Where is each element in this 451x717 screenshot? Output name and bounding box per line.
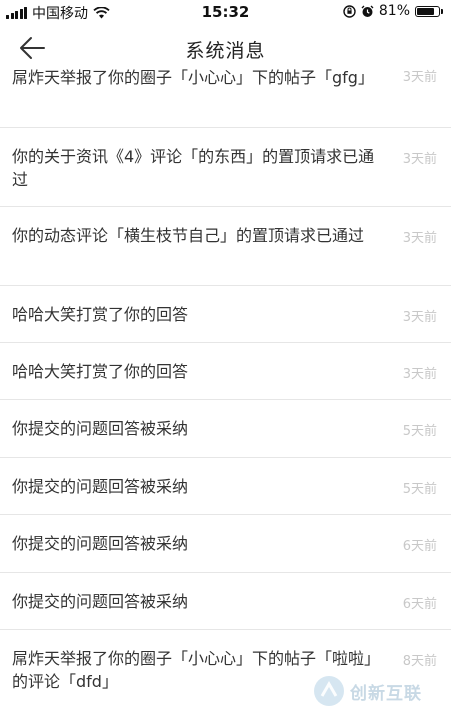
battery-nub bbox=[441, 8, 443, 14]
message-item[interactable]: 哈哈大笑打赏了你的回答 3天前 bbox=[0, 286, 451, 343]
message-time: 3天前 bbox=[402, 310, 437, 325]
watermark-text: 创新互联 bbox=[350, 683, 422, 704]
message-text: 你提交的问题回答被采纳 bbox=[12, 534, 189, 553]
message-text: 你的动态评论「横生枝节自己」的置顶请求已通过 bbox=[12, 226, 365, 245]
message-time: 3天前 bbox=[402, 70, 437, 85]
message-time: 3天前 bbox=[402, 367, 437, 382]
watermark-logo-icon bbox=[314, 676, 344, 706]
message-time: 8天前 bbox=[402, 654, 437, 669]
message-text: 你的关于资讯《4》评论「的东西」的置顶请求已通过 bbox=[12, 147, 375, 189]
message-item[interactable]: 哈哈大笑打赏了你的回答 3天前 bbox=[0, 343, 451, 400]
message-item[interactable]: 你的动态评论「横生枝节自己」的置顶请求已通过 3天前 bbox=[0, 207, 451, 286]
message-text: 哈哈大笑打赏了你的回答 bbox=[12, 362, 189, 381]
status-right: 81% bbox=[343, 3, 443, 19]
message-text: 屌炸天举报了你的圈子「小心心」下的帖子「gfg」 bbox=[12, 68, 374, 87]
message-list: 屌炸天举报了你的圈子「小心心」下的帖子「gfg」 3天前 你的关于资讯《4》评论… bbox=[0, 68, 451, 708]
message-time: 5天前 bbox=[402, 482, 437, 497]
battery-fill bbox=[417, 7, 434, 15]
message-text: 你提交的问题回答被采纳 bbox=[12, 592, 189, 611]
message-item[interactable]: 你提交的问题回答被采纳 5天前 bbox=[0, 458, 451, 515]
message-time: 3天前 bbox=[402, 152, 437, 167]
battery-icon bbox=[415, 5, 440, 17]
orientation-lock-icon bbox=[343, 4, 356, 18]
page-title: 系统消息 bbox=[185, 40, 266, 62]
message-item[interactable]: 你提交的问题回答被采纳 6天前 bbox=[0, 515, 451, 573]
message-text: 哈哈大笑打赏了你的回答 bbox=[12, 305, 189, 324]
message-time: 6天前 bbox=[402, 597, 437, 612]
message-time: 3天前 bbox=[402, 231, 437, 246]
message-item[interactable]: 你的关于资讯《4》评论「的东西」的置顶请求已通过 3天前 bbox=[0, 128, 451, 207]
message-item[interactable]: 你提交的问题回答被采纳 5天前 bbox=[0, 400, 451, 458]
message-time: 6天前 bbox=[402, 539, 437, 554]
watermark: 创新互联 bbox=[314, 672, 449, 710]
message-time: 5天前 bbox=[402, 424, 437, 439]
alarm-icon bbox=[361, 5, 374, 17]
status-bar: 中国移动 15:32 81% bbox=[0, 0, 451, 24]
message-text: 你提交的问题回答被采纳 bbox=[12, 477, 189, 496]
message-item[interactable]: 你提交的问题回答被采纳 6天前 bbox=[0, 573, 451, 630]
message-text: 你提交的问题回答被采纳 bbox=[12, 419, 189, 438]
battery-percent: 81% bbox=[378, 3, 410, 19]
message-item[interactable]: 屌炸天举报了你的圈子「小心心」下的帖子「gfg」 3天前 bbox=[0, 62, 451, 128]
